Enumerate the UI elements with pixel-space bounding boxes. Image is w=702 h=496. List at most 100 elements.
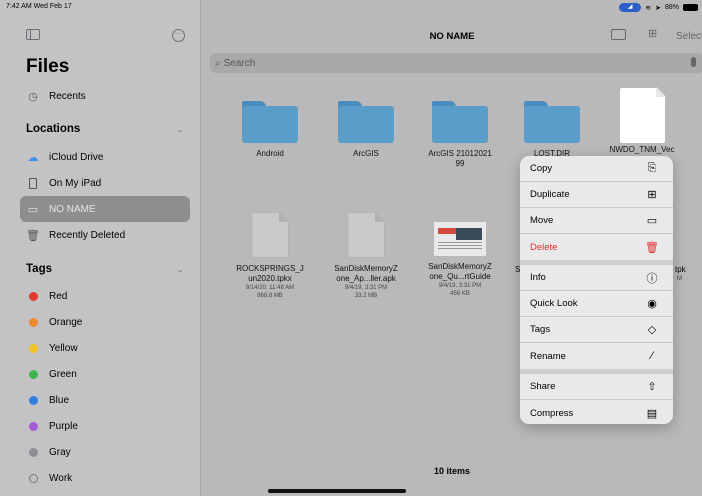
purple-tag-icon bbox=[28, 421, 38, 431]
gray-tag-icon bbox=[28, 447, 38, 457]
sidebar: 7:42 AM Wed Feb 17 ··· Files ◷ Recents L… bbox=[0, 0, 201, 496]
sidebar-item-on-my-ipad[interactable]: On My iPad bbox=[20, 170, 190, 196]
sidebar-item-label: On My iPad bbox=[49, 177, 102, 189]
sidebar-tag-red[interactable]: Red bbox=[20, 283, 190, 309]
document-icon bbox=[251, 212, 289, 258]
page-title: NO NAME bbox=[429, 31, 475, 42]
sidebar-tag-yellow[interactable]: Yellow bbox=[20, 335, 190, 361]
sidebar-item-label: Green bbox=[49, 368, 77, 380]
menu-item-rename[interactable]: Rename ∕ bbox=[520, 343, 673, 369]
partial-label: tpk bbox=[675, 265, 686, 274]
location-arrow-icon: ➤ bbox=[655, 4, 661, 12]
file-item-arcgis-2101[interactable]: ArcGIS 21012021 99 bbox=[420, 101, 500, 169]
menu-item-duplicate[interactable]: Duplicate ⊞ bbox=[520, 182, 673, 208]
search-field[interactable]: ⌕ Search bbox=[210, 53, 702, 73]
menu-item-share[interactable]: Share ⇧ bbox=[520, 374, 673, 400]
yellow-tag-icon bbox=[28, 343, 38, 353]
sidebar-item-label: Blue bbox=[49, 394, 70, 406]
folder-icon: ▭ bbox=[646, 215, 658, 227]
share-icon: ⇧ bbox=[647, 381, 657, 393]
menu-item-label: Info bbox=[530, 272, 546, 283]
file-name: Android bbox=[256, 149, 284, 158]
status-indicators: ◢ ≋ ➤ 88% bbox=[619, 3, 698, 12]
new-folder-icon[interactable] bbox=[611, 29, 626, 40]
file-item-sandisk-apk[interactable]: SanDiskMemoryZ one_Ap...ller.apk 9/4/19,… bbox=[326, 212, 406, 300]
file-item-sandisk-guide[interactable]: SanDiskMemoryZ one_Qu...rtGuide 9/4/19, … bbox=[420, 222, 500, 298]
folder-icon bbox=[432, 101, 488, 143]
file-item-android[interactable]: Android bbox=[230, 101, 310, 159]
menu-item-label: Rename bbox=[530, 350, 566, 362]
sidebar-item-label: Recents bbox=[49, 90, 86, 102]
chevron-down-icon[interactable]: ⌄ bbox=[177, 125, 184, 134]
red-tag-icon bbox=[28, 291, 38, 301]
menu-item-copy[interactable]: Copy ⎘ bbox=[520, 156, 673, 182]
file-item-rocksprings[interactable]: ROCKSPRINGS_J un2020.tpkx 9/14/20, 11:48… bbox=[230, 212, 310, 300]
sidebar-tag-blue[interactable]: Blue bbox=[20, 387, 190, 413]
pencil-icon: ∕ bbox=[651, 350, 653, 362]
sidebar-item-no-name[interactable]: ▭ NO NAME bbox=[20, 196, 190, 222]
microphone-icon[interactable] bbox=[691, 57, 696, 67]
sidebar-item-label: Work bbox=[49, 472, 73, 484]
folder-icon bbox=[524, 101, 580, 143]
menu-item-compress[interactable]: Compress ▤ bbox=[520, 400, 673, 424]
sidebar-item-icloud-drive[interactable]: ☁ iCloud Drive bbox=[20, 144, 190, 170]
document-icon bbox=[347, 212, 385, 258]
folder-icon bbox=[338, 101, 394, 143]
battery-percent: 88% bbox=[664, 4, 679, 11]
chevron-down-icon[interactable]: ⌄ bbox=[177, 265, 184, 274]
home-indicator[interactable] bbox=[268, 489, 406, 493]
wifi-icon: ≋ bbox=[645, 4, 652, 12]
sidebar-item-label: iCloud Drive bbox=[49, 151, 104, 163]
file-item-lost-dir[interactable]: LOST.DIR bbox=[512, 101, 592, 159]
document-thumbnail bbox=[434, 222, 486, 256]
document-icon bbox=[619, 87, 666, 143]
menu-item-info[interactable]: Info ⓘ bbox=[520, 265, 673, 291]
menu-item-move[interactable]: Move ▭ bbox=[520, 208, 673, 234]
file-name: ArcGIS bbox=[353, 149, 379, 158]
menu-item-label: Duplicate bbox=[530, 189, 570, 200]
info-icon: ⓘ bbox=[646, 272, 658, 285]
sidebar-tag-green[interactable]: Green bbox=[20, 361, 190, 387]
duplicate-icon: ⊞ bbox=[647, 189, 657, 201]
search-icon: ⌕ bbox=[215, 57, 221, 69]
eye-icon: ◉ bbox=[647, 298, 657, 310]
tags-header[interactable]: Tags bbox=[26, 263, 52, 275]
file-name: ArcGIS 21012021 99 bbox=[428, 149, 492, 168]
sidebar-tag-gray[interactable]: Gray bbox=[20, 439, 190, 465]
sidebar-tag-work[interactable]: Work bbox=[20, 465, 190, 491]
menu-item-label: Compress bbox=[530, 407, 574, 419]
menu-item-quick-look[interactable]: Quick Look ◉ bbox=[520, 291, 673, 317]
sidebar-item-recently-deleted[interactable]: 🗑 Recently Deleted bbox=[20, 222, 190, 248]
sidebar-item-label: NO NAME bbox=[49, 203, 96, 215]
copy-icon: ⎘ bbox=[647, 162, 657, 174]
menu-item-tags[interactable]: Tags ◇ bbox=[520, 317, 673, 343]
sidebar-item-label: Purple bbox=[49, 420, 78, 432]
folder-icon bbox=[242, 101, 298, 143]
grid-view-icon[interactable]: ⊞ bbox=[648, 29, 659, 40]
select-button[interactable]: Select bbox=[676, 31, 702, 42]
sidebar-tag-purple[interactable]: Purple bbox=[20, 413, 190, 439]
menu-item-label: Move bbox=[530, 215, 554, 226]
sidebar-title: Files bbox=[26, 56, 70, 77]
menu-item-delete[interactable]: Delete 🗑 bbox=[520, 234, 673, 260]
file-item-arcgis[interactable]: ArcGIS bbox=[326, 101, 406, 159]
orange-tag-icon bbox=[28, 317, 38, 327]
file-name: SanDiskMemoryZ one_Qu...rtGuide bbox=[428, 262, 492, 281]
menu-item-label: Copy bbox=[530, 163, 553, 174]
sidebar-item-label: Yellow bbox=[49, 342, 78, 354]
more-icon[interactable]: ··· bbox=[172, 29, 185, 42]
context-menu: Copy ⎘ Duplicate ⊞ Move ▭ Delete 🗑 Info … bbox=[520, 156, 673, 424]
green-tag-icon bbox=[28, 369, 38, 379]
sidebar-item-label: Orange bbox=[49, 316, 83, 328]
sidebar-toggle-icon[interactable] bbox=[26, 29, 40, 40]
locations-header[interactable]: Locations bbox=[26, 123, 80, 135]
menu-item-label: Quick Look bbox=[530, 298, 578, 309]
sidebar-tag-orange[interactable]: Orange bbox=[20, 309, 190, 335]
ipad-icon bbox=[26, 177, 40, 189]
archive-icon: ▤ bbox=[646, 407, 658, 420]
file-item-nwdo[interactable]: NWDO_TNM_Vec bbox=[602, 87, 682, 155]
sidebar-item-recents[interactable]: ◷ Recents bbox=[20, 83, 190, 109]
file-name: NWDO_TNM_Vec bbox=[609, 145, 675, 154]
status-time: 7:42 AM Wed Feb 17 bbox=[6, 3, 72, 10]
sidebar-item-label: Gray bbox=[49, 446, 71, 458]
